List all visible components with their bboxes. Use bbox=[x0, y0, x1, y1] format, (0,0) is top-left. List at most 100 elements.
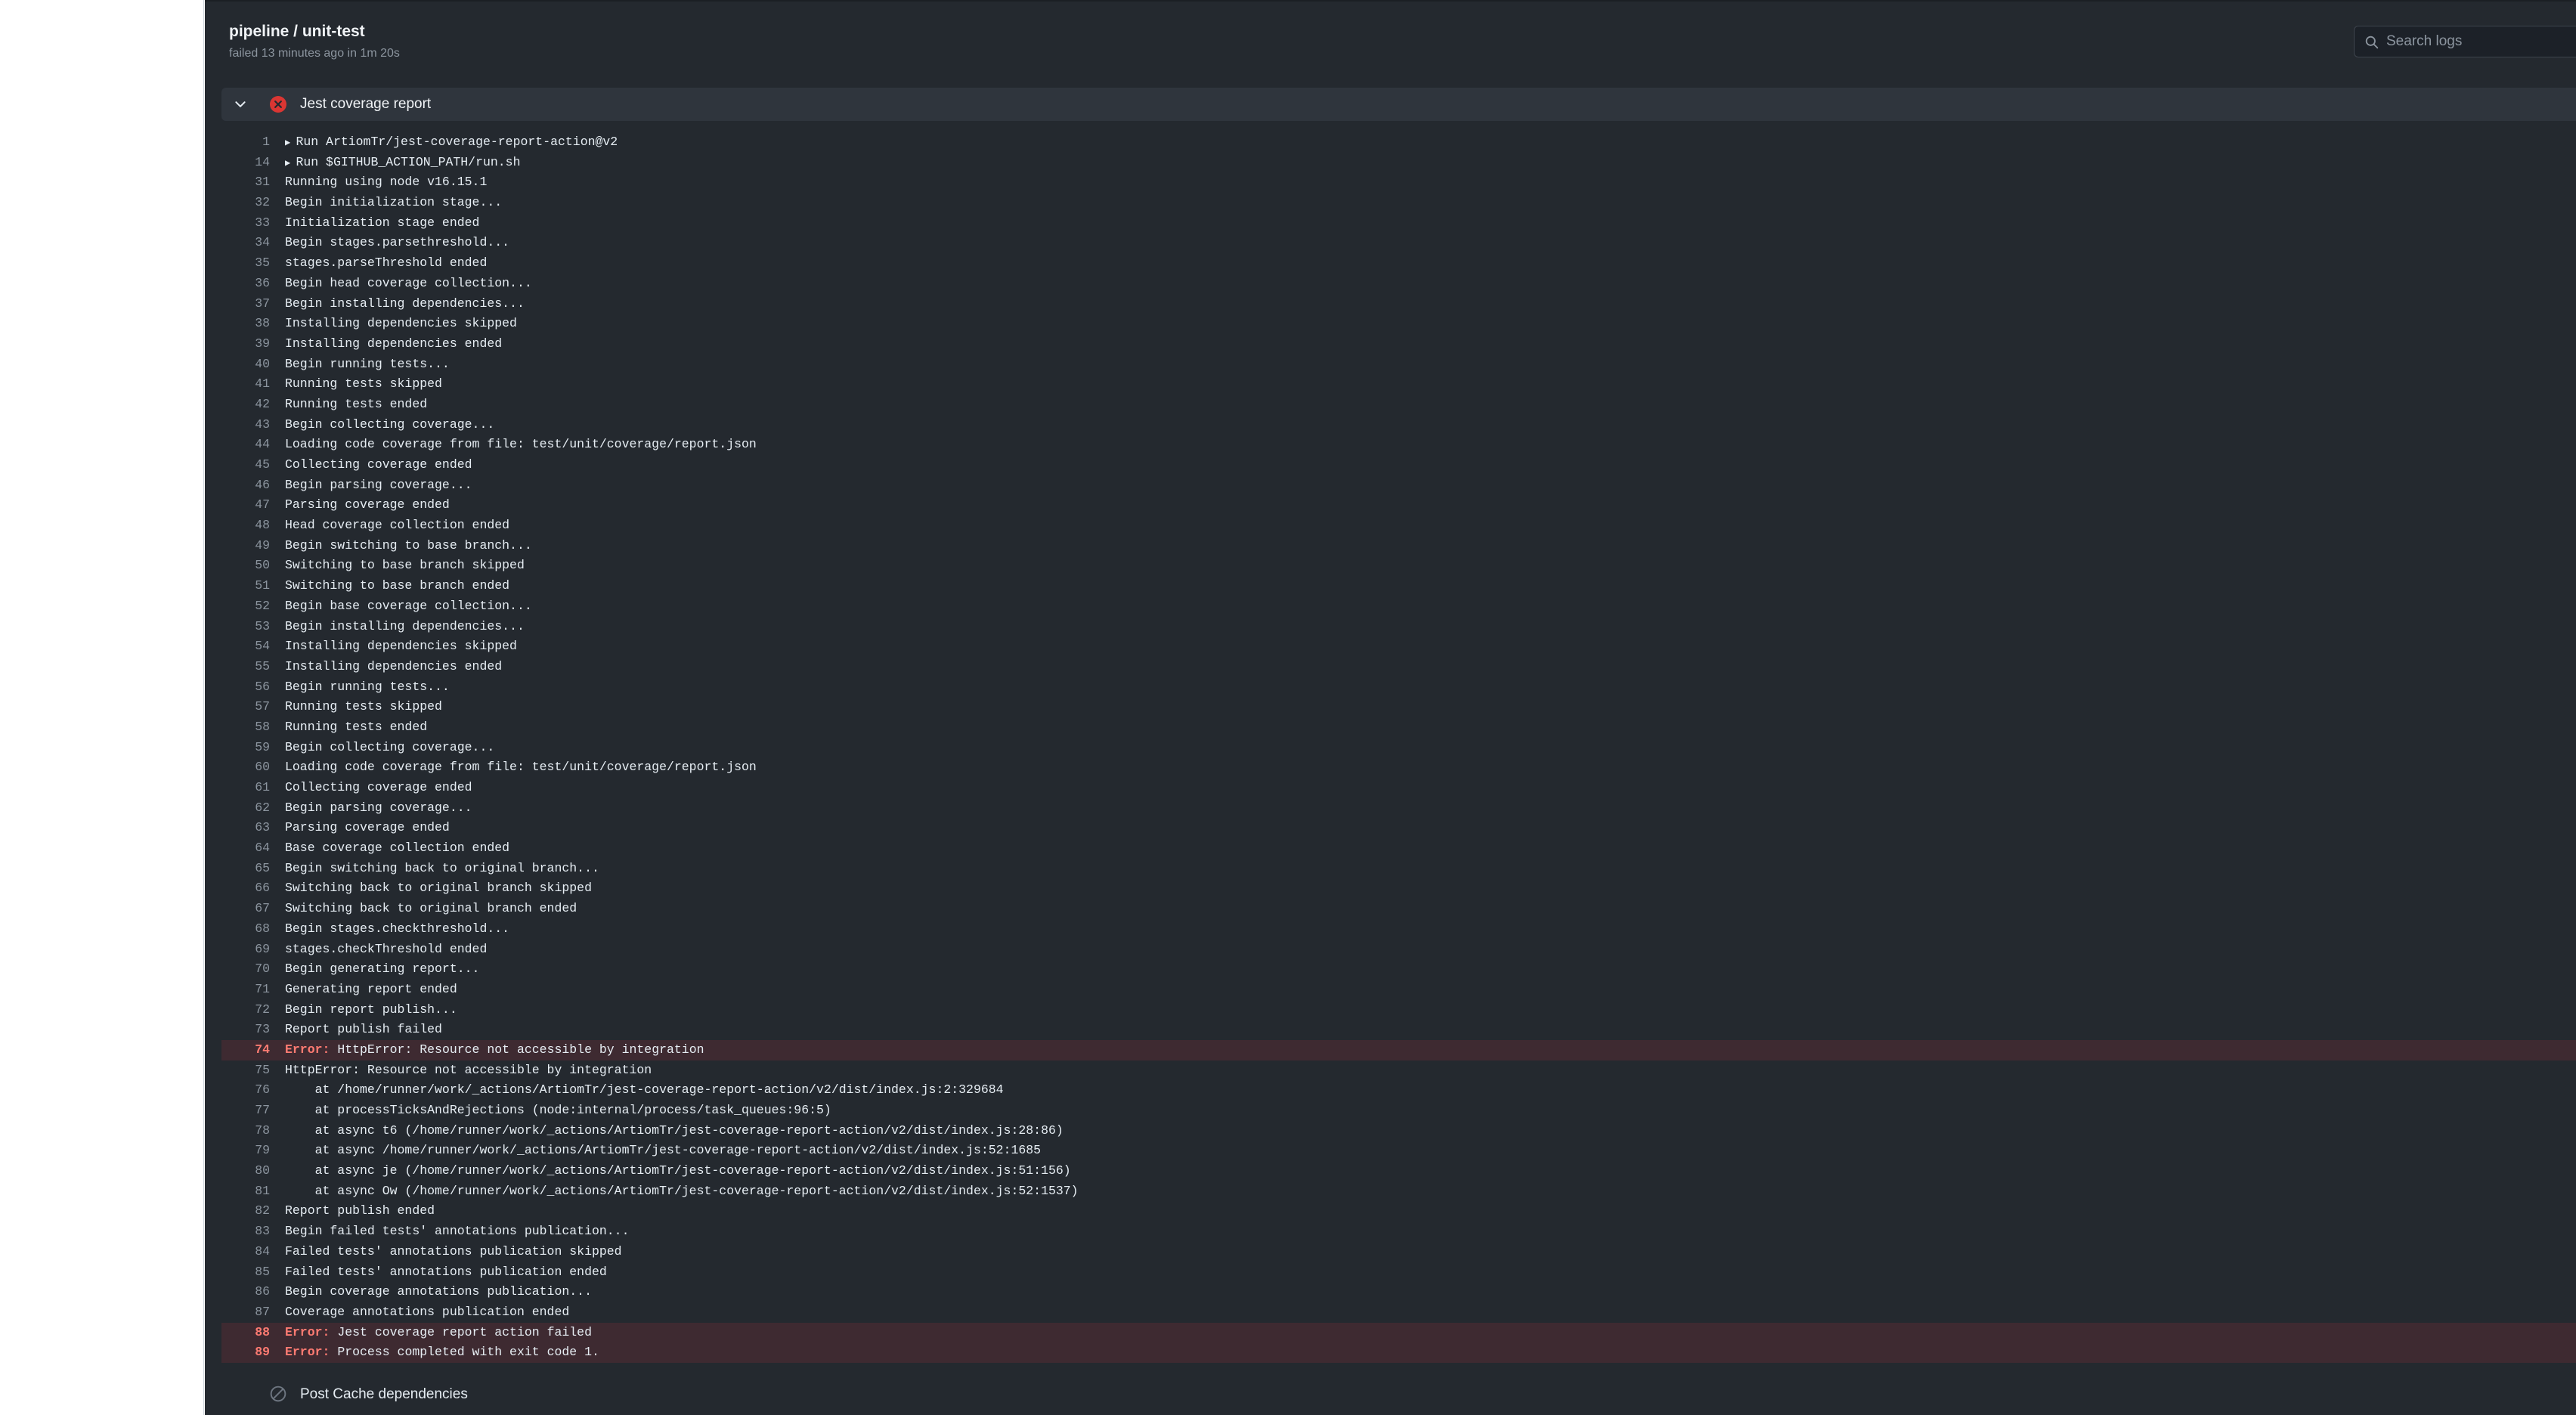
line-text-container: Error: Process completed with exit code … bbox=[285, 1342, 599, 1363]
line-number[interactable]: 69 bbox=[221, 940, 270, 960]
log-line: 37 Begin installing dependencies... bbox=[221, 294, 2576, 314]
line-text: Installing dependencies ended bbox=[285, 658, 503, 673]
line-number[interactable]: 66 bbox=[221, 878, 270, 899]
step-post-cache-dependencies[interactable]: Post Cache dependencies bbox=[221, 1379, 2576, 1409]
line-text-container: Begin collecting coverage... bbox=[285, 415, 494, 435]
line-text-container: at async /home/runner/work/_actions/Arti… bbox=[285, 1141, 1041, 1161]
line-number[interactable]: 67 bbox=[221, 899, 270, 919]
line-number[interactable]: 36 bbox=[221, 274, 270, 294]
line-number[interactable]: 73 bbox=[221, 1020, 270, 1040]
line-number[interactable]: 60 bbox=[221, 757, 270, 778]
chevron-down-icon[interactable] bbox=[234, 98, 247, 111]
line-number[interactable]: 80 bbox=[221, 1161, 270, 1181]
line-number[interactable]: 35 bbox=[221, 253, 270, 274]
line-number[interactable]: 64 bbox=[221, 838, 270, 859]
line-number[interactable]: 62 bbox=[221, 798, 270, 819]
line-number[interactable]: 40 bbox=[221, 355, 270, 375]
line-text-container: at processTicksAndRejections (node:inter… bbox=[285, 1101, 831, 1121]
log-line: 41 Running tests skipped bbox=[221, 374, 2576, 395]
log-line: 57 Running tests skipped bbox=[221, 697, 2576, 717]
log-line: 49 Begin switching to base branch... bbox=[221, 536, 2576, 556]
line-number[interactable]: 89 bbox=[221, 1342, 270, 1363]
error-label: Error: bbox=[285, 1324, 330, 1339]
line-number[interactable]: 85 bbox=[221, 1262, 270, 1283]
log-line: 43 Begin collecting coverage... bbox=[221, 415, 2576, 435]
log-line: 58 Running tests ended bbox=[221, 717, 2576, 738]
line-number[interactable]: 53 bbox=[221, 617, 270, 637]
line-number[interactable]: 34 bbox=[221, 233, 270, 253]
line-number[interactable]: 48 bbox=[221, 516, 270, 536]
line-number[interactable]: 72 bbox=[221, 1000, 270, 1020]
line-number[interactable]: 1 bbox=[221, 132, 270, 153]
line-number[interactable]: 86 bbox=[221, 1282, 270, 1302]
log-line: 81 at async Ow (/home/runner/work/_actio… bbox=[221, 1181, 2576, 1202]
line-number[interactable]: 49 bbox=[221, 536, 270, 556]
line-number[interactable]: 51 bbox=[221, 576, 270, 596]
line-number[interactable]: 65 bbox=[221, 859, 270, 879]
line-text: Head coverage collection ended bbox=[285, 518, 510, 533]
line-number[interactable]: 37 bbox=[221, 294, 270, 314]
log-output: 1 ▶ Run ArtiomTr/jest-coverage-report-act… bbox=[221, 132, 2576, 1363]
line-text-container: Begin report publish... bbox=[285, 1000, 457, 1020]
line-number[interactable]: 87 bbox=[221, 1302, 270, 1323]
log-line: 54 Installing dependencies skipped bbox=[221, 636, 2576, 657]
search-logs-box[interactable] bbox=[2354, 26, 2576, 57]
line-number[interactable]: 54 bbox=[221, 636, 270, 657]
expand-triangle-icon[interactable]: ▶ bbox=[285, 158, 296, 169]
line-number[interactable]: 58 bbox=[221, 717, 270, 738]
line-number[interactable]: 38 bbox=[221, 314, 270, 334]
line-number[interactable]: 70 bbox=[221, 959, 270, 980]
line-number[interactable]: 82 bbox=[221, 1201, 270, 1221]
line-text: at async Ow (/home/runner/work/_actions/… bbox=[285, 1183, 1079, 1198]
line-number[interactable]: 43 bbox=[221, 415, 270, 435]
line-number[interactable]: 47 bbox=[221, 495, 270, 516]
step-header-jest-coverage-report[interactable]: Jest coverage report bbox=[221, 88, 2576, 121]
line-number[interactable]: 32 bbox=[221, 193, 270, 213]
line-number[interactable]: 45 bbox=[221, 455, 270, 475]
line-number[interactable]: 68 bbox=[221, 919, 270, 940]
line-text-container: Begin generating report... bbox=[285, 959, 479, 980]
line-text: Failed tests' annotations publication sk… bbox=[285, 1243, 622, 1259]
line-text: Switching to base branch skipped bbox=[285, 558, 525, 573]
log-line: 56 Begin running tests... bbox=[221, 677, 2576, 698]
expand-triangle-icon[interactable]: ▶ bbox=[285, 138, 296, 148]
line-text: Begin parsing coverage... bbox=[285, 477, 472, 492]
line-number[interactable]: 44 bbox=[221, 435, 270, 455]
line-number[interactable]: 71 bbox=[221, 980, 270, 1000]
line-number[interactable]: 59 bbox=[221, 738, 270, 758]
line-text: Begin switching back to original branch.… bbox=[285, 860, 599, 875]
line-number[interactable]: 79 bbox=[221, 1141, 270, 1161]
line-number[interactable]: 75 bbox=[221, 1060, 270, 1081]
line-number[interactable]: 78 bbox=[221, 1121, 270, 1141]
line-number[interactable]: 57 bbox=[221, 697, 270, 717]
search-logs-input[interactable] bbox=[2386, 26, 2575, 57]
log-line: 63 Parsing coverage ended bbox=[221, 818, 2576, 838]
line-number[interactable]: 50 bbox=[221, 556, 270, 576]
line-text-container: Begin stages.parsethreshold... bbox=[285, 233, 509, 253]
line-number[interactable]: 55 bbox=[221, 657, 270, 677]
log-line: 65 Begin switching back to original branc… bbox=[221, 859, 2576, 879]
line-number[interactable]: 74 bbox=[221, 1040, 270, 1060]
line-number[interactable]: 88 bbox=[221, 1323, 270, 1343]
line-text: Begin stages.checkthreshold... bbox=[285, 921, 510, 936]
line-number[interactable]: 81 bbox=[221, 1181, 270, 1202]
line-number[interactable]: 76 bbox=[221, 1080, 270, 1101]
line-number[interactable]: 56 bbox=[221, 677, 270, 698]
line-number[interactable]: 61 bbox=[221, 778, 270, 798]
line-number[interactable]: 39 bbox=[221, 334, 270, 355]
line-number[interactable]: 42 bbox=[221, 395, 270, 415]
line-number[interactable]: 83 bbox=[221, 1221, 270, 1242]
log-line: 71 Generating report ended bbox=[221, 980, 2576, 1000]
line-number[interactable]: 63 bbox=[221, 818, 270, 838]
line-number[interactable]: 46 bbox=[221, 475, 270, 496]
line-number[interactable]: 31 bbox=[221, 172, 270, 193]
line-number[interactable]: 77 bbox=[221, 1101, 270, 1121]
line-number[interactable]: 41 bbox=[221, 374, 270, 395]
log-line: 35 stages.parseThreshold ended bbox=[221, 253, 2576, 274]
line-number[interactable]: 52 bbox=[221, 596, 270, 617]
line-number[interactable]: 33 bbox=[221, 213, 270, 234]
line-number[interactable]: 14 bbox=[221, 153, 270, 173]
line-text: Begin coverage annotations publication..… bbox=[285, 1284, 592, 1299]
line-number[interactable]: 84 bbox=[221, 1242, 270, 1262]
search-icon bbox=[2365, 36, 2379, 49]
